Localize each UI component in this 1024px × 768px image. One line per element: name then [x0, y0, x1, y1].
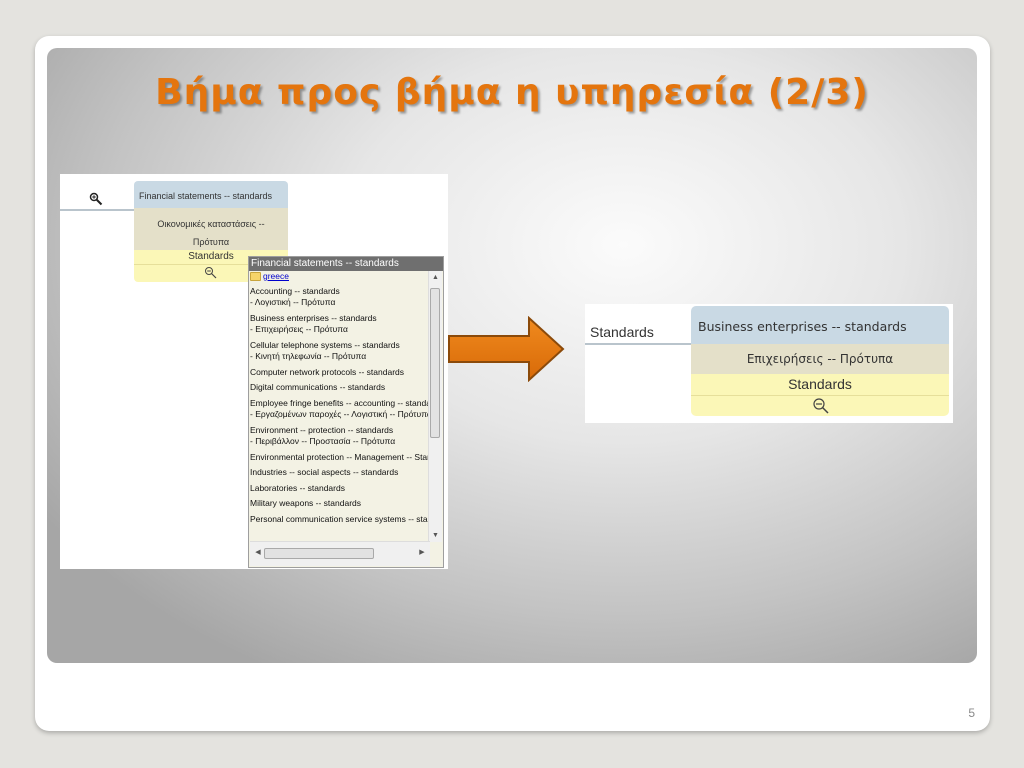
list-item[interactable]: Accounting -- standards - Λογιστική -- Πρ…	[250, 286, 430, 309]
scroll-thumb[interactable]	[430, 288, 440, 438]
folder-link[interactable]: greece	[263, 271, 289, 281]
list-item[interactable]: Cellular telephone systems -- standards -…	[250, 340, 430, 363]
item-line: - Λογιστική -- Πρότυπα	[250, 297, 336, 307]
card-header[interactable]: Financial statements -- standards	[134, 181, 288, 208]
item-line: - Κινητή τηλεφωνία -- Πρότυπα	[250, 351, 367, 361]
scroll-up-arrow-icon[interactable]: ▲	[429, 271, 442, 284]
item-line: - Εργαζομένων παροχές -- Λογιστική -- Πρ…	[250, 409, 430, 419]
item-line: Industries -- social aspects -- standard…	[250, 467, 399, 477]
list-item[interactable]: Computer network protocols -- standards	[250, 367, 430, 379]
list-item[interactable]: greece	[250, 271, 430, 283]
card-greek-heading: Επιχειρήσεις -- Πρότυπα	[691, 344, 949, 374]
card-standards[interactable]: Standards	[691, 374, 949, 396]
list-item[interactable]: Military weapons -- standards	[250, 498, 430, 510]
subject-popup: Financial statements -- standards greece…	[248, 256, 444, 568]
page-number: 5	[968, 706, 975, 720]
list-item[interactable]: Environmental protection -- Management -…	[250, 452, 430, 464]
item-line: Computer network protocols -- standards	[250, 366, 405, 377]
item-line: Military weapons -- standards	[250, 498, 362, 508]
item-line: Environment -- protection -- standards	[250, 424, 394, 435]
item-line: Laboratories -- standards	[250, 482, 345, 493]
zoom-out-icon[interactable]	[812, 397, 830, 415]
list-item[interactable]: Industries -- social aspects -- standard…	[250, 467, 430, 479]
subject-card[interactable]: Business enterprises -- standards Επιχει…	[691, 306, 949, 416]
popup-header: Financial statements -- standards	[249, 257, 443, 271]
item-line: Digital communications -- standards	[250, 382, 386, 392]
scroll-left-arrow-icon[interactable]: ◀	[252, 547, 264, 559]
card-header[interactable]: Business enterprises -- standards	[691, 306, 949, 344]
item-line: Business enterprises -- standards	[250, 312, 377, 323]
item-line: Accounting -- standards	[250, 285, 340, 296]
folder-icon	[250, 272, 261, 282]
vertical-scrollbar[interactable]: ▲ ▼	[428, 271, 442, 542]
standards-label: Standards	[590, 324, 654, 340]
scroll-thumb[interactable]	[264, 548, 374, 559]
card-greek-heading: Οικονομικές καταστάσεις -- Πρότυπα	[134, 208, 288, 250]
greek-line-2: Πρότυπα	[192, 237, 230, 247]
list-item[interactable]: Personal communication service systems -…	[250, 514, 430, 526]
left-screenshot: Financial statements -- standards Οικονο…	[60, 174, 448, 569]
item-line: Employee fringe benefits -- accounting -…	[250, 397, 430, 408]
card-zoom-row	[691, 396, 949, 416]
item-line: - Περιβάλλον -- Προστασία -- Πρότυπα	[250, 436, 396, 446]
slide-title: Βήμα προς βήμα η υπηρεσία (2/3)	[155, 72, 869, 113]
connector-line	[585, 343, 692, 345]
horizontal-scrollbar[interactable]: ◀ ▶	[250, 541, 430, 566]
popup-list: greece Accounting -- standards - Λογιστικ…	[250, 271, 430, 542]
item-line: Personal communication service systems -…	[250, 513, 430, 524]
zoom-in-icon[interactable]	[89, 192, 103, 206]
list-item[interactable]: Digital communications -- standards	[250, 382, 430, 394]
list-item[interactable]: Employee fringe benefits -- accounting -…	[250, 398, 430, 421]
item-line: Cellular telephone systems -- standards	[250, 339, 400, 350]
greek-line-1: Οικονομικές καταστάσεις --	[157, 219, 265, 229]
item-line: - Επιχειρήσεις -- Πρότυπα	[250, 324, 348, 334]
right-screenshot: Standards Business enterprises -- standa…	[585, 304, 953, 423]
scroll-right-arrow-icon[interactable]: ▶	[416, 547, 428, 559]
item-line: Environmental protection -- Management -…	[250, 451, 430, 462]
list-item[interactable]: Business enterprises -- standards - Επιχε…	[250, 313, 430, 336]
right-arrow-icon	[448, 316, 565, 382]
connector-line	[60, 209, 134, 211]
list-item[interactable]: Environment -- protection -- standards - …	[250, 425, 430, 448]
scroll-down-arrow-icon[interactable]: ▼	[429, 529, 442, 542]
list-item[interactable]: Laboratories -- standards	[250, 483, 430, 495]
zoom-out-icon[interactable]	[204, 266, 218, 280]
